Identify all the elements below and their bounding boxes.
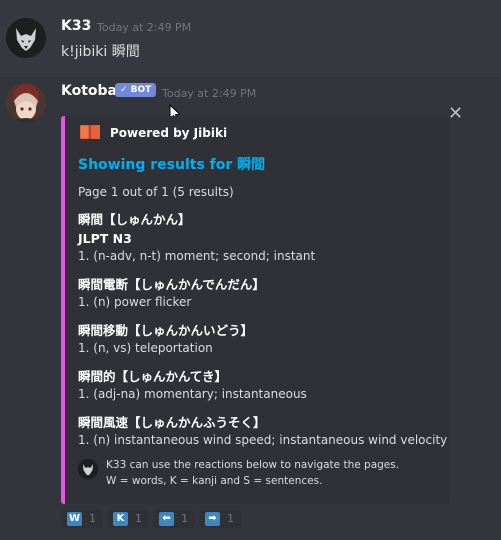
result-word: 瞬間移動【しゅんかんいどう】: [78, 323, 254, 338]
result-definition: 1. (n, vs) teleportation: [78, 341, 213, 355]
footer-avatar: [78, 459, 98, 479]
username-k33[interactable]: K33: [61, 18, 91, 34]
reaction-count: 1: [89, 512, 96, 525]
reaction-count: 1: [135, 512, 142, 525]
reaction-w[interactable]: W 1: [61, 510, 103, 528]
avatar-kotoba[interactable]: [6, 83, 46, 123]
book-icon: [80, 125, 100, 139]
timestamp: Today at 2:49 PM: [97, 21, 192, 34]
result-word: 瞬間風速【しゅんかんふうそく】: [78, 415, 266, 430]
username-kotoba[interactable]: Kotoba: [61, 83, 117, 99]
page-info: Page 1 out of 1 (5 results): [78, 185, 234, 199]
embed-card: Powered by Jibiki Showing results for 瞬間…: [61, 116, 449, 504]
result-definition: 1. (adj-na) momentary; instantaneous: [78, 387, 307, 401]
result-definition: 1. (n) power flicker: [78, 295, 192, 309]
embed-author[interactable]: Powered by Jibiki: [110, 126, 227, 140]
result-definition: 1. (n) instantaneous wind speed; instant…: [78, 433, 448, 447]
k-key-icon: K: [113, 512, 128, 526]
reaction-count: 1: [227, 512, 234, 525]
footer-text: K33 can use the reactions below to navig…: [106, 459, 400, 471]
reaction-count: 1: [181, 512, 188, 525]
footer-text: W = words, K = kanji and S = sentences.: [106, 475, 323, 487]
result-word: 瞬間的【しゅんかんてき】: [78, 369, 228, 384]
message-content: k!jibiki 瞬間: [61, 44, 140, 60]
result-word: 瞬間【しゅんかん】: [78, 212, 191, 227]
avatar-k33[interactable]: [6, 18, 46, 58]
timestamp: Today at 2:49 PM: [162, 87, 257, 100]
arrow-left-icon: ⬅: [159, 512, 174, 526]
close-icon[interactable]: ✕: [448, 105, 463, 123]
reaction-right[interactable]: ➡ 1: [199, 510, 241, 528]
message-k33: K33 Today at 2:49 PM k!jibiki 瞬間: [0, 0, 501, 76]
bot-badge: ✓ BOT: [115, 83, 157, 97]
result-word: 瞬間電断【しゅんかんでんだん】: [78, 277, 265, 292]
jlpt-tag: JLPT N3: [78, 231, 132, 246]
w-key-icon: W: [67, 512, 82, 526]
reaction-left[interactable]: ⬅ 1: [153, 510, 195, 528]
result-definition: 1. (n-adv, n-t) moment; second; instant: [78, 249, 316, 263]
reaction-k[interactable]: K 1: [107, 510, 149, 528]
embed-title[interactable]: Showing results for 瞬間: [78, 154, 265, 174]
arrow-right-icon: ➡: [205, 512, 220, 526]
